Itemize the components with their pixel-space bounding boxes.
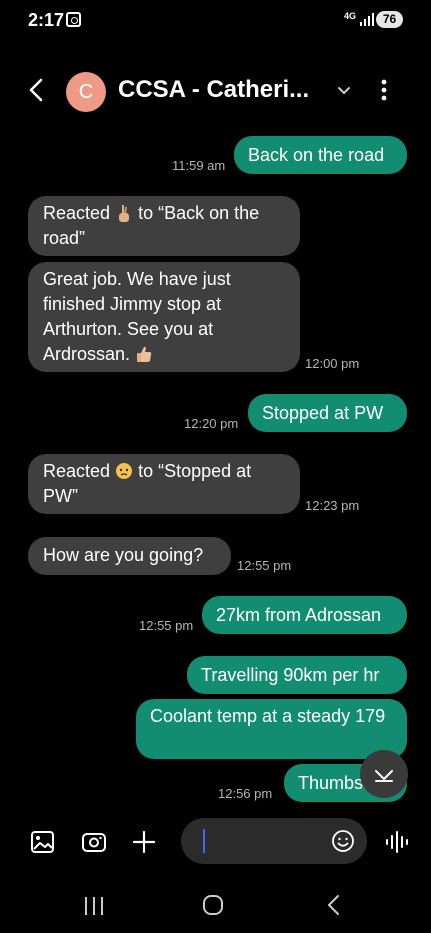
message-input[interactable] [181,818,367,864]
reaction-message[interactable]: Reacted to “Stopped at PW” [28,454,300,514]
sad-face-icon [116,463,133,479]
chevron-down-icon [375,770,393,782]
gallery-icon[interactable] [29,828,57,856]
emoji-icon[interactable] [331,829,355,853]
incoming-message[interactable]: Great job. We have just finished Jimmy s… [28,262,300,372]
conversation-header: C CCSA - Catheri... [0,60,431,120]
more-options-icon[interactable] [372,76,396,104]
outgoing-message[interactable]: 27km from Adrossan [202,596,407,634]
scroll-to-bottom-button[interactable] [360,750,408,798]
message-timestamp: 12:55 pm [237,558,292,573]
status-bar: 2:17 4G 76 [0,0,431,40]
network-type: 4G [344,11,357,21]
add-icon[interactable] [130,828,158,856]
status-time: 2:17 [28,10,65,30]
outgoing-message[interactable]: Travelling 90km per hr [187,656,407,694]
voice-wave-icon[interactable] [384,828,412,856]
battery-indicator: 76 [376,11,403,28]
compose-bar [0,818,431,866]
crossed-fingers-icon [119,205,130,222]
text-cursor [203,829,205,853]
signal-icon [360,13,374,26]
avatar[interactable]: C [66,72,106,112]
reaction-message[interactable]: Reacted to “Back on the road” [28,196,300,256]
recent-apps-icon[interactable] [82,894,106,918]
reaction-prefix: Reacted [43,203,111,223]
outgoing-message[interactable]: Stopped at PW [248,394,407,432]
reaction-prefix: Reacted [43,461,111,481]
thumbs-up-icon [137,346,152,362]
system-back-icon[interactable] [322,893,346,917]
screenshot-icon [66,12,81,27]
chevron-down-icon[interactable] [332,78,356,102]
system-nav-bar [0,882,431,926]
message-timestamp: 12:23 pm [305,498,360,513]
message-timestamp: 11:59 am [172,158,226,173]
message-timestamp: 12:56 pm [218,786,273,801]
message-timestamp: 12:20 pm [184,416,239,431]
conversation-title[interactable]: CCSA - Catheri... [118,76,318,104]
back-icon[interactable] [22,74,52,106]
incoming-message[interactable]: How are you going? [28,537,231,575]
home-icon[interactable] [201,893,225,917]
outgoing-message[interactable]: Back on the road [234,136,407,174]
message-timestamp: 12:00 pm [305,356,360,371]
camera-icon[interactable] [80,828,108,856]
message-timestamp: 12:55 pm [139,618,194,633]
